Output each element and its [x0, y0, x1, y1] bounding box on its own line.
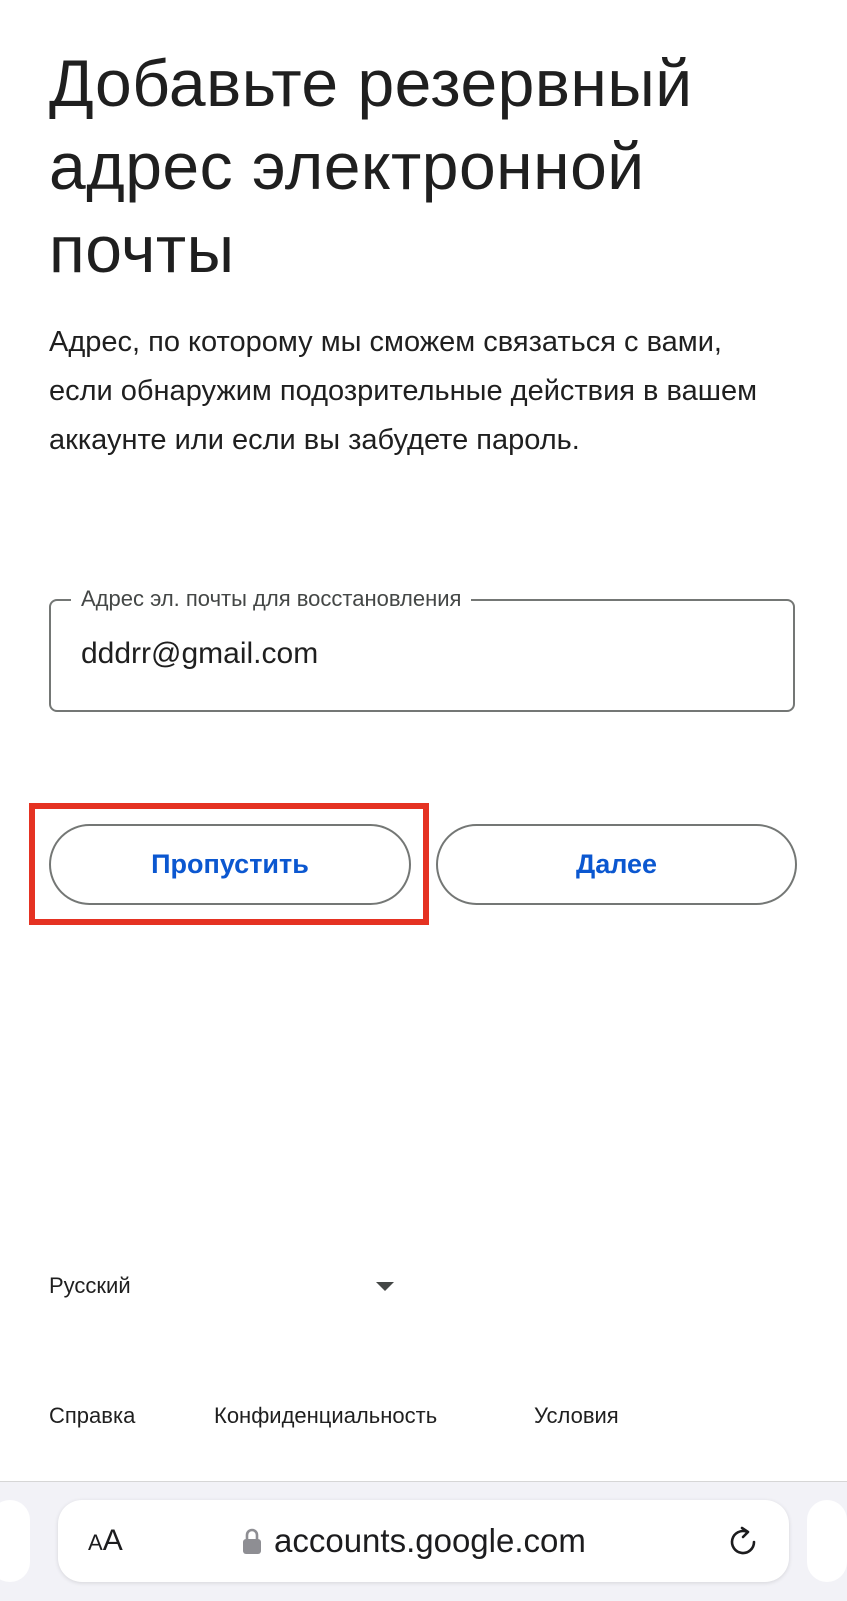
url-text: accounts.google.com: [274, 1522, 586, 1559]
text-size-button[interactable]: AA: [88, 1522, 123, 1562]
footer-link-terms[interactable]: Условия: [534, 1400, 619, 1432]
browser-toolbar: AA accounts.google.com: [0, 1481, 847, 1601]
skip-button[interactable]: Пропустить: [49, 824, 411, 905]
next-button[interactable]: Далее: [436, 824, 797, 905]
language-label: Русский: [49, 1273, 131, 1298]
caret-down-icon: [376, 1281, 394, 1291]
lock-icon: [243, 1528, 261, 1554]
page-title: Добавьте резервный адрес электронной поч…: [49, 46, 693, 286]
recovery-email-field[interactable]: Адрес эл. почты для восстановления: [49, 585, 795, 712]
recovery-email-input[interactable]: [81, 629, 761, 679]
page-description: Адрес, по которому мы сможем связаться с…: [49, 326, 758, 456]
footer-link-privacy[interactable]: Конфиденциальность: [214, 1400, 437, 1432]
next-tab-preview[interactable]: [807, 1500, 847, 1582]
reload-icon[interactable]: [726, 1525, 760, 1559]
previous-tab-preview[interactable]: [0, 1500, 30, 1582]
footer-link-help[interactable]: Справка: [49, 1400, 135, 1432]
recovery-email-label: Адрес эл. почты для восстановления: [71, 585, 472, 613]
address-bar[interactable]: AA accounts.google.com: [58, 1500, 789, 1582]
language-selector[interactable]: Русский: [49, 1268, 394, 1304]
